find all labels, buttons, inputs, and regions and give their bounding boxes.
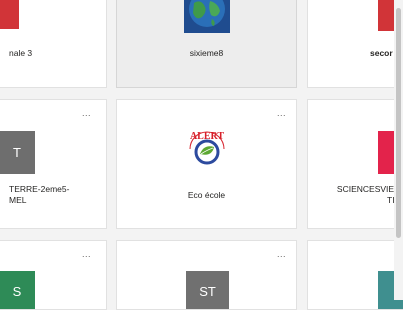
more-options-icon[interactable]: ... xyxy=(277,250,286,259)
team-card-sixieme8[interactable]: sixieme8 xyxy=(116,0,297,88)
team-name-line-1: TERRE-2eme5- xyxy=(9,184,70,194)
scrollbar-thumb[interactable] xyxy=(396,8,401,238)
team-card-nale-3[interactable]: nale 3 xyxy=(0,0,107,88)
team-card-eco-ecole[interactable]: ... ALERT Eco école xyxy=(116,99,297,229)
more-options-icon[interactable]: ... xyxy=(82,250,91,259)
team-card-terre-2eme5[interactable]: ... T TERRE-2eme5- MEL xyxy=(0,99,107,229)
team-tile: ST xyxy=(186,271,229,309)
scrollbar-track[interactable] xyxy=(394,0,403,300)
team-name: secor xyxy=(370,48,393,58)
more-options-icon[interactable]: ... xyxy=(277,109,286,118)
globe-image xyxy=(184,0,230,33)
team-name: Eco école xyxy=(187,190,226,200)
team-name: nale 3 xyxy=(9,48,33,58)
team-tile: T xyxy=(0,131,35,174)
more-options-icon[interactable]: ... xyxy=(82,109,91,118)
team-name-line-2: TIMI xyxy=(308,195,403,206)
team-card-sciencesvie[interactable]: S SCIENCESVIE_T TIMI xyxy=(307,99,403,229)
team-tile: S xyxy=(0,271,35,309)
team-card-secor[interactable]: S secor xyxy=(307,0,403,88)
team-tile xyxy=(0,0,19,29)
team-name: sixieme8 xyxy=(189,48,224,58)
team-name-line-1: SCIENCESVIE_T xyxy=(336,184,403,194)
team-grid-view: { "cards": [ {"id":"r1c1","label":"nale … xyxy=(0,0,403,310)
alert-logo: ALERT xyxy=(186,127,228,167)
team-name-line-2: MEL xyxy=(9,195,27,205)
